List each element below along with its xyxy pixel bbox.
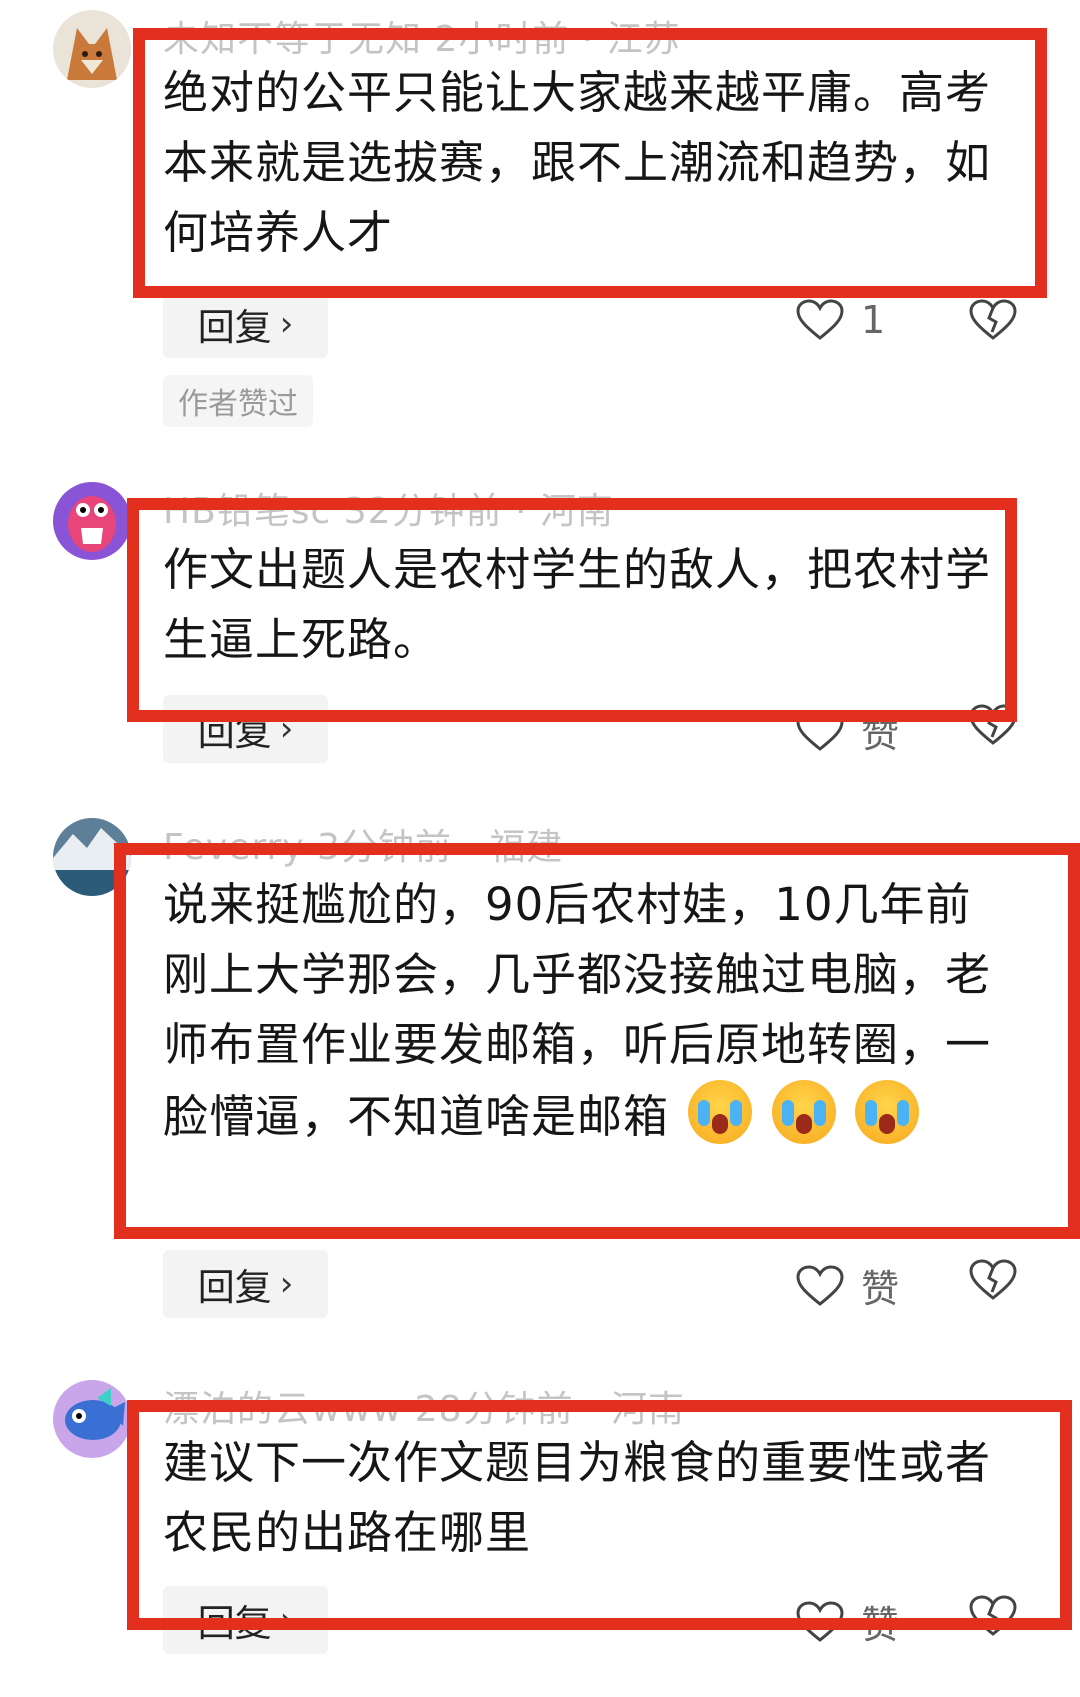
chevron-right-icon: ›	[279, 1264, 294, 1304]
heart-outline-icon	[796, 1264, 844, 1306]
broken-heart-icon	[969, 704, 1017, 745]
author-liked-badge: 作者赞过	[163, 375, 313, 427]
reply-button[interactable]: 回复 ›	[163, 1586, 328, 1654]
chevron-right-icon: ›	[279, 1600, 294, 1640]
like-label: 赞	[861, 1603, 900, 1647]
broken-heart-icon	[969, 1595, 1017, 1636]
like-button[interactable]: 赞	[795, 703, 899, 758]
comment-text: 绝对的公平只能让大家越来越平庸。高考本来就是选拔赛，跟不上潮流和趋势，如何培养人…	[163, 66, 992, 259]
like-button[interactable]: 赞	[795, 1258, 899, 1313]
broken-heart-icon	[969, 299, 1017, 340]
crying-face-emoji	[771, 1080, 836, 1144]
like-count: 1	[861, 298, 886, 342]
comment-text: 说来挺尴尬的，90后农村娃，10几年前刚上大学那会，几乎都没接触过电脑，老师布置…	[163, 870, 1013, 1152]
reply-label: 回复	[197, 1602, 272, 1645]
avatar[interactable]	[53, 482, 131, 560]
broken-heart-icon	[969, 1259, 1017, 1300]
comment-meta: Feverry 3分钟前 · 福建	[163, 827, 564, 868]
chevron-right-icon: ›	[279, 304, 294, 344]
crying-face-emoji	[688, 1080, 753, 1144]
comment-meta: HB铅笔sc 32分钟前 · 河南	[163, 491, 614, 532]
crying-face-emoji	[854, 1080, 919, 1144]
reply-label: 回复	[197, 711, 272, 754]
heart-outline-icon	[796, 299, 844, 340]
like-button[interactable]: 1	[795, 298, 885, 342]
chevron-right-icon: ›	[279, 709, 294, 749]
comment-text: 建议下一次作文题目为粮食的重要性或者农民的出路在哪里	[163, 1436, 992, 1559]
like-button[interactable]: 赞	[795, 1594, 899, 1649]
reply-label: 回复	[197, 1266, 272, 1309]
dislike-button[interactable]	[968, 1258, 1018, 1306]
dislike-button[interactable]	[968, 298, 1018, 346]
like-label: 赞	[861, 712, 900, 756]
avatar[interactable]	[53, 10, 131, 88]
comment-meta: 漂泊的云www 28分钟前 · 河南	[163, 1389, 685, 1430]
comment-meta: 未知不等于无知 2小时前 · 江苏	[163, 19, 681, 60]
dislike-button[interactable]	[968, 1594, 1018, 1642]
reply-button[interactable]: 回复 ›	[163, 1250, 328, 1318]
dislike-button[interactable]	[968, 703, 1018, 751]
comment-text: 作文出题人是农村学生的敌人，把农村学生逼上死路。	[163, 543, 992, 666]
reply-button[interactable]: 回复 ›	[163, 695, 328, 763]
like-label: 赞	[861, 1267, 900, 1311]
heart-outline-icon	[796, 709, 844, 751]
reply-button[interactable]: 回复 ›	[163, 290, 328, 358]
heart-outline-icon	[796, 1600, 844, 1642]
reply-label: 回复	[197, 306, 272, 349]
avatar[interactable]	[53, 818, 131, 896]
avatar[interactable]	[53, 1380, 131, 1458]
